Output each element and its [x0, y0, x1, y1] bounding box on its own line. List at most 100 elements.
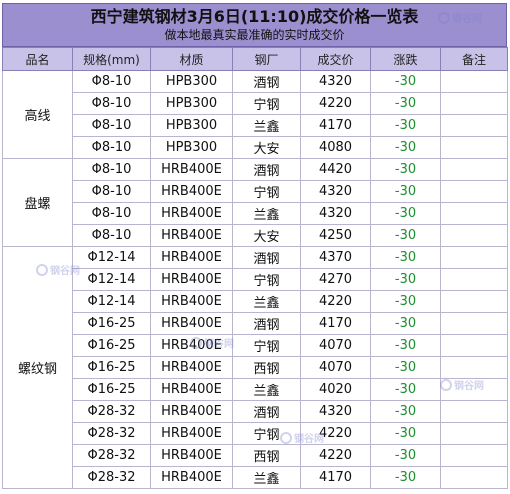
category-cell: 盘螺: [2, 158, 73, 247]
price-cell: 4320: [300, 202, 371, 225]
price-cell: 4320: [300, 400, 371, 423]
spec-cell: Φ28-32: [72, 466, 151, 489]
note-cell: [440, 224, 508, 247]
mill-cell: 宁钢: [232, 422, 301, 445]
mill-cell: 兰鑫: [232, 290, 301, 313]
table-row: Φ28-32 HRB400E 西钢 4220 -30: [3, 444, 508, 467]
mill-cell: 宁钢: [232, 268, 301, 291]
price-cell: 4020: [300, 378, 371, 401]
table-row: 盘螺 Φ8-10 HRB400E 酒钢 4420 -30: [2, 158, 508, 247]
mill-cell: 兰鑫: [232, 202, 301, 225]
note-cell: [440, 378, 508, 401]
price-cell: 4170: [300, 114, 371, 137]
table-row: 螺纹钢 Φ12-14 HRB400E 酒钢 4370 -30: [2, 246, 508, 489]
mill-cell: 西钢: [232, 444, 301, 467]
mill-cell: 兰鑫: [232, 114, 301, 137]
table-row: Φ8-10 HPB300 大安 4080 -30: [3, 136, 508, 159]
spec-cell: Φ16-25: [72, 334, 151, 357]
change-cell: -30: [370, 400, 441, 423]
change-cell: -30: [370, 246, 441, 269]
column-header-price: 成交价: [300, 47, 371, 71]
material-cell: HRB400E: [150, 422, 233, 445]
change-cell: -30: [370, 290, 441, 313]
note-cell: [440, 356, 508, 379]
change-cell: -30: [370, 378, 441, 401]
change-cell: -30: [370, 224, 441, 247]
change-cell: -30: [370, 334, 441, 357]
material-cell: HRB400E: [150, 224, 233, 247]
spec-cell: Φ8-10: [72, 202, 151, 225]
price-cell: 4270: [300, 268, 371, 291]
table-row: Φ16-25 HRB400E 兰鑫 4020 -30: [3, 378, 508, 401]
spec-cell: Φ8-10: [72, 70, 151, 93]
note-cell: [440, 466, 508, 489]
price-cell: 4320: [300, 70, 371, 93]
table-row: Φ12-14 HRB400E 宁钢 4270 -30: [3, 268, 508, 291]
column-header-note: 备注: [440, 47, 508, 71]
material-cell: HRB400E: [150, 202, 233, 225]
note-cell: [440, 290, 508, 313]
material-cell: HRB400E: [150, 180, 233, 203]
title-bar: 西宁建筑钢材3月6日(11:10)成交价格一览表 做本地最真实最准确的实时成交价: [2, 3, 507, 47]
change-cell: -30: [370, 70, 441, 93]
change-cell: -30: [370, 268, 441, 291]
material-cell: HPB300: [150, 92, 233, 115]
table-row: Φ8-10 HRB400E 宁钢 4320 -30: [3, 180, 508, 203]
mill-cell: 酒钢: [232, 158, 301, 181]
price-cell: 4420: [300, 158, 371, 181]
table-row: 高线 Φ8-10 HPB300 酒钢 4320 -30: [2, 70, 508, 159]
table-row: Φ16-25 HRB400E 宁钢 4070 -30: [3, 334, 508, 357]
mill-cell: 酒钢: [232, 70, 301, 93]
table-header-row: 品名 规格(mm) 材质 钢厂 成交价 涨跌 备注: [2, 47, 508, 71]
material-cell: HRB400E: [150, 246, 233, 269]
mill-cell: 西钢: [232, 356, 301, 379]
material-cell: HRB400E: [150, 466, 233, 489]
spec-cell: Φ12-14: [72, 290, 151, 313]
material-cell: HRB400E: [150, 312, 233, 335]
note-cell: [440, 92, 508, 115]
spec-cell: Φ8-10: [72, 180, 151, 203]
note-cell: [440, 158, 508, 181]
price-cell: 4220: [300, 422, 371, 445]
material-cell: HPB300: [150, 114, 233, 137]
column-header-category: 品名: [2, 47, 73, 71]
material-cell: HRB400E: [150, 378, 233, 401]
table-row: Φ8-10 HRB400E 兰鑫 4320 -30: [3, 202, 508, 225]
column-header-change: 涨跌: [370, 47, 441, 71]
column-header-mill: 钢厂: [232, 47, 301, 71]
note-cell: [440, 268, 508, 291]
change-cell: -30: [370, 180, 441, 203]
spec-cell: Φ8-10: [72, 158, 151, 181]
table-row: Φ28-32 HRB400E 酒钢 4320 -30: [3, 400, 508, 423]
material-cell: HRB400E: [150, 158, 233, 181]
spec-cell: Φ28-32: [72, 400, 151, 423]
mill-cell: 酒钢: [232, 312, 301, 335]
price-cell: 4080: [300, 136, 371, 159]
spec-cell: Φ28-32: [72, 422, 151, 445]
mill-cell: 大安: [232, 136, 301, 159]
price-cell: 4250: [300, 224, 371, 247]
change-cell: -30: [370, 356, 441, 379]
spec-cell: Φ16-25: [72, 356, 151, 379]
price-cell: 4220: [300, 444, 371, 467]
table-row: Φ8-10 HRB400E 大安 4250 -30: [3, 224, 508, 247]
material-cell: HRB400E: [150, 400, 233, 423]
spec-cell: Φ16-25: [72, 378, 151, 401]
mill-cell: 宁钢: [232, 180, 301, 203]
note-cell: [440, 334, 508, 357]
note-cell: [440, 312, 508, 335]
table-row: Φ8-10 HPB300 兰鑫 4170 -30: [3, 114, 508, 137]
table-row: Φ8-10 HPB300 宁钢 4220 -30: [3, 92, 508, 115]
category-cell: 高线: [2, 70, 73, 159]
note-cell: [440, 114, 508, 137]
table-row: Φ16-25 HRB400E 西钢 4070 -30: [3, 356, 508, 379]
price-cell: 4370: [300, 246, 371, 269]
change-cell: -30: [370, 444, 441, 467]
table-body: 高线 Φ8-10 HPB300 酒钢 4320 -30 Φ8-10 HPB300 宁钢 4220-…: [2, 70, 508, 489]
note-cell: [440, 422, 508, 445]
note-cell: [440, 202, 508, 225]
spec-cell: Φ12-14: [72, 246, 151, 269]
change-cell: -30: [370, 92, 441, 115]
change-cell: -30: [370, 202, 441, 225]
table-row: Φ28-32 HRB400E 兰鑫 4170 -30: [3, 466, 508, 489]
